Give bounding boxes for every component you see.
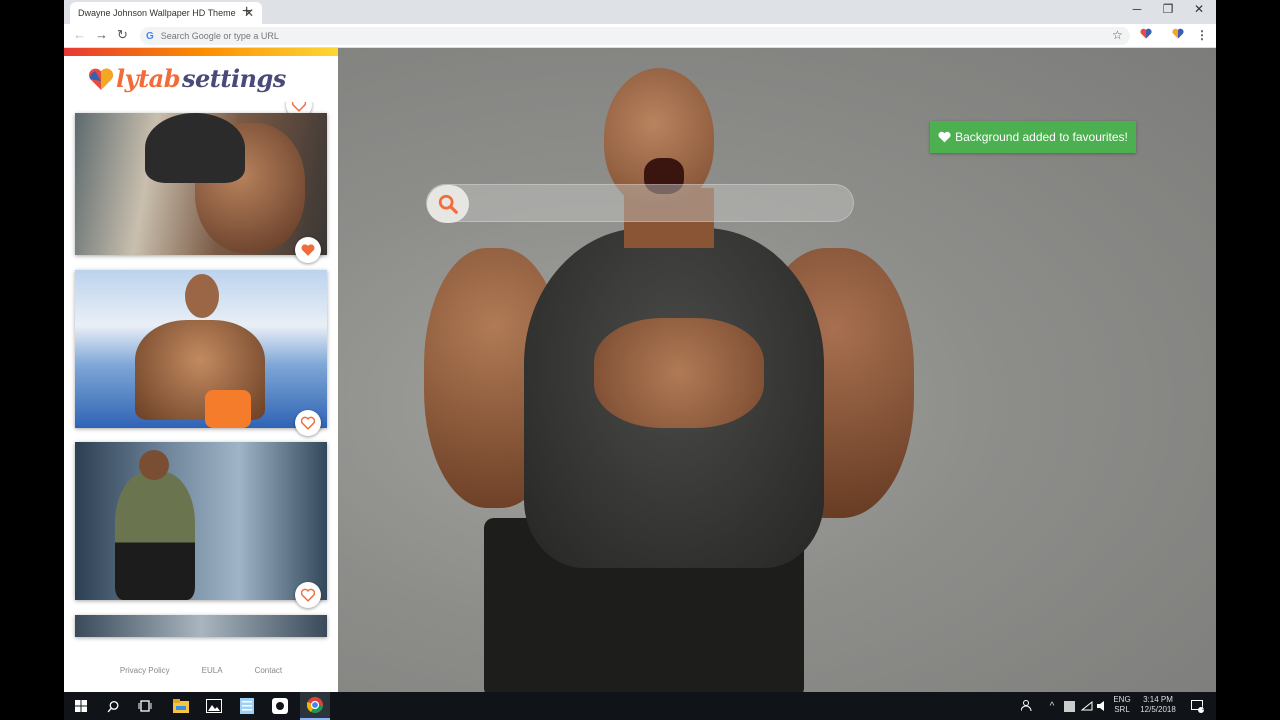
- clock-time: 3:14 PM: [1143, 695, 1173, 704]
- tab-strip: Dwayne Johnson Wallpaper HD Theme ✕ + ─ …: [64, 0, 1216, 24]
- search-button[interactable]: [427, 185, 469, 223]
- logo-text: lytab: [116, 64, 180, 93]
- file-explorer-icon[interactable]: [166, 692, 196, 720]
- windows-taskbar: ^ ENG SRL 3:14 PM 12/5/2018 3: [64, 692, 1216, 720]
- language-indicator[interactable]: ENG SRL: [1112, 695, 1132, 715]
- favourite-toast: Background added to favourites!: [930, 121, 1136, 153]
- clock[interactable]: 3:14 PM 12/5/2018: [1136, 695, 1180, 715]
- search-icon[interactable]: [98, 692, 128, 720]
- google-icon: G: [146, 30, 154, 42]
- tab-title: Dwayne Johnson Wallpaper HD Theme: [78, 8, 236, 18]
- people-icon[interactable]: [1016, 692, 1038, 720]
- chevron-up-icon[interactable]: ^: [1044, 692, 1060, 720]
- app-icon[interactable]: [265, 692, 295, 720]
- new-tab-page: Background added to favourites! lytab se…: [64, 48, 1216, 692]
- logo-settings-text: settings: [181, 64, 286, 93]
- browser-tab[interactable]: Dwayne Johnson Wallpaper HD Theme ✕: [70, 2, 262, 24]
- rainbow-strip: [64, 48, 338, 56]
- heart-outline-icon: [301, 588, 315, 602]
- privacy-policy-link[interactable]: Privacy Policy: [120, 666, 170, 684]
- address-bar-placeholder: Search Google or type a URL: [160, 31, 279, 41]
- thumbnail-lifeguard[interactable]: [75, 270, 327, 436]
- notepad-icon[interactable]: [232, 692, 262, 720]
- extension-heart-icon[interactable]: [1140, 28, 1152, 42]
- thumbnail-partial[interactable]: [75, 615, 327, 637]
- photos-icon[interactable]: [199, 692, 229, 720]
- lytab-logo: lytab settings: [88, 64, 286, 93]
- figure-fists: [594, 318, 764, 428]
- heart-icon: [938, 131, 951, 143]
- thumbnail-office[interactable]: [75, 442, 327, 608]
- menu-kebab-icon[interactable]: ⋮: [1196, 28, 1208, 42]
- thumbnail-helmet[interactable]: [75, 113, 327, 263]
- start-windows-icon[interactable]: [66, 692, 96, 720]
- browser-toolbar: ← → ↻ G Search Google or type a URL ☆ ⋮: [64, 24, 1216, 48]
- back-arrow-icon[interactable]: ←: [73, 27, 86, 42]
- settings-sidebar: lytab settings Privacy Policy EULA Conta…: [64, 48, 338, 692]
- heart-icon: [292, 102, 306, 112]
- eula-link[interactable]: EULA: [202, 666, 223, 684]
- tray-app-icon[interactable]: [1060, 692, 1078, 720]
- forward-arrow-icon[interactable]: →: [95, 27, 108, 42]
- task-view-icon[interactable]: [130, 692, 160, 720]
- bookmark-star-icon[interactable]: ☆: [1112, 28, 1123, 42]
- keyboard-layout: SRL: [1114, 705, 1130, 714]
- reload-icon[interactable]: ↻: [117, 27, 128, 43]
- toast-text: Background added to favourites!: [955, 130, 1128, 144]
- contact-link[interactable]: Contact: [255, 666, 283, 684]
- wallpaper-list[interactable]: [64, 102, 338, 662]
- minimize-button[interactable]: ─: [1122, 2, 1152, 16]
- heart-outline-icon: [301, 416, 315, 430]
- window-close-button[interactable]: ✕: [1184, 2, 1214, 16]
- browser-window: Dwayne Johnson Wallpaper HD Theme ✕ + ─ …: [64, 0, 1216, 692]
- search-bar[interactable]: [426, 184, 854, 223]
- favourite-button[interactable]: [295, 582, 321, 608]
- heart-filled-icon: [301, 244, 315, 256]
- sidebar-footer: Privacy Policy EULA Contact: [64, 666, 338, 684]
- volume-icon[interactable]: [1094, 692, 1112, 720]
- new-tab-button[interactable]: +: [242, 3, 251, 21]
- address-bar[interactable]: G Search Google or type a URL: [140, 27, 1130, 45]
- chrome-taskbar-icon[interactable]: [300, 692, 330, 720]
- clock-date: 12/5/2018: [1140, 705, 1176, 714]
- restore-button[interactable]: ❐: [1153, 2, 1183, 16]
- favourite-button[interactable]: [295, 237, 321, 263]
- favourite-button[interactable]: [295, 410, 321, 436]
- action-center-icon[interactable]: 3: [1184, 692, 1212, 720]
- extension-heart-icon-2[interactable]: [1172, 28, 1184, 42]
- logo-heart-icon: [88, 68, 114, 90]
- language-code: ENG: [1113, 695, 1131, 704]
- search-icon: [438, 194, 458, 214]
- notification-count: 3: [1202, 706, 1206, 712]
